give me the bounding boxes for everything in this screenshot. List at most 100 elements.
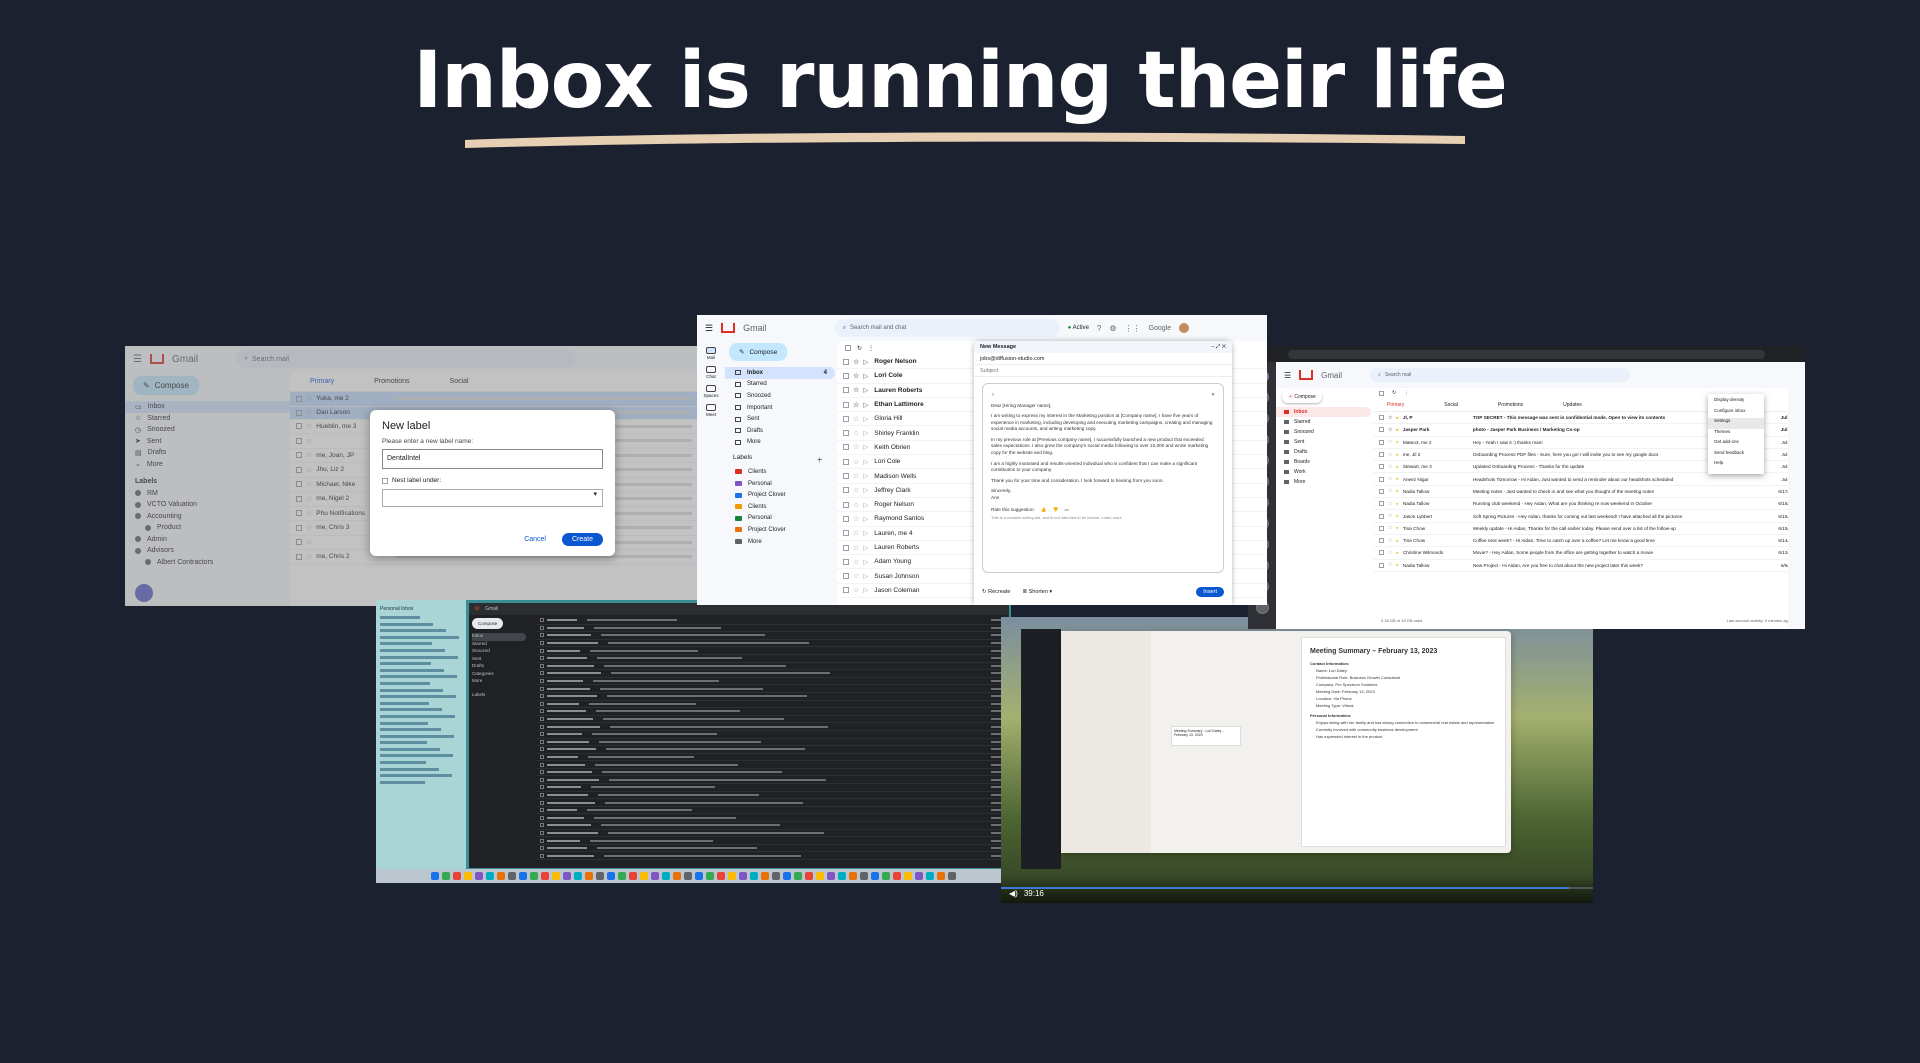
dock-app-icon[interactable] <box>629 872 637 880</box>
star-icon[interactable]: ☆ <box>853 472 859 480</box>
dock-app-icon[interactable] <box>728 872 736 880</box>
important-icon[interactable]: ▸ <box>1396 538 1398 544</box>
shorten-button[interactable]: ≣ Shorten ▾ <box>1022 589 1052 595</box>
tab-social[interactable]: Social <box>1444 402 1458 408</box>
row-checkbox[interactable] <box>843 530 849 537</box>
dock-app-icon[interactable] <box>486 872 494 880</box>
table-row[interactable] <box>537 663 1007 671</box>
table-row[interactable] <box>537 670 1007 678</box>
sidebar-entry[interactable] <box>380 616 420 619</box>
dock-app-icon[interactable] <box>574 872 582 880</box>
table-row[interactable] <box>537 837 1007 845</box>
refresh-icon[interactable]: ↻ <box>1392 390 1396 396</box>
star-icon[interactable]: ☆ <box>853 486 859 494</box>
search-input[interactable]: ⌕ Search mail and chat <box>834 319 1060 337</box>
menu-icon[interactable]: ☰ <box>1284 371 1291 380</box>
table-row[interactable] <box>537 784 1007 792</box>
nav-item[interactable]: Drafts <box>1276 447 1371 457</box>
dock-app-icon[interactable] <box>915 872 923 880</box>
star-icon[interactable]: ☆ <box>853 544 859 552</box>
important-icon[interactable]: ▸ <box>1396 550 1398 556</box>
table-row[interactable] <box>537 731 1007 739</box>
sidebar-entry[interactable] <box>380 695 456 699</box>
star-icon[interactable]: ☆ <box>1388 562 1392 568</box>
row-checkbox[interactable] <box>843 487 849 494</box>
dock-app-icon[interactable] <box>750 872 758 880</box>
sidebar-entry[interactable] <box>380 642 432 646</box>
label-item[interactable]: More <box>725 536 835 548</box>
dock-app-icon[interactable] <box>805 872 813 880</box>
star-icon[interactable]: ☆ <box>853 401 859 409</box>
dock-app-icon[interactable] <box>827 872 835 880</box>
menu-item[interactable]: Themes <box>1708 429 1764 440</box>
dock-app-icon[interactable] <box>772 872 780 880</box>
menu-item[interactable]: Help <box>1708 460 1764 471</box>
table-row[interactable] <box>537 632 1007 640</box>
row-checkbox[interactable] <box>1379 538 1384 544</box>
table-row[interactable] <box>537 845 1007 853</box>
dock-app-icon[interactable] <box>849 872 857 880</box>
dock-app-icon[interactable] <box>783 872 791 880</box>
dock-app-icon[interactable] <box>739 872 747 880</box>
sidebar-entry[interactable] <box>380 761 426 765</box>
nav-item[interactable]: Snoozed <box>1276 427 1371 437</box>
row-checkbox[interactable] <box>540 701 544 706</box>
important-icon[interactable]: ▷ <box>863 515 868 523</box>
dock-app-icon[interactable] <box>871 872 879 880</box>
dock-app-icon[interactable] <box>937 872 945 880</box>
table-row[interactable]: ☆ ▸ Jason Lybbert Soft Spring Pictures - He… <box>1373 510 1798 523</box>
star-icon[interactable]: ☆ <box>853 529 859 537</box>
sidebar-entry[interactable] <box>380 675 457 679</box>
important-icon[interactable]: ▷ <box>863 586 868 594</box>
important-icon[interactable]: ▸ <box>1396 488 1398 494</box>
nav-item[interactable]: More <box>1276 477 1371 487</box>
star-icon[interactable]: ☆ <box>1388 464 1392 470</box>
important-icon[interactable]: ▸ <box>1396 439 1398 445</box>
refresh-icon[interactable]: ↻ <box>857 345 862 352</box>
row-checkbox[interactable] <box>843 372 849 379</box>
thumbs-up-icon[interactable]: 👍 <box>1041 507 1047 514</box>
table-row[interactable]: ☆ ▸ Nadia Tallow New Project - Hi Aidan, Ar… <box>1373 560 1798 572</box>
row-checkbox[interactable] <box>540 770 544 775</box>
sidebar-entry[interactable] <box>380 734 454 738</box>
star-icon[interactable]: ☆ <box>853 372 859 380</box>
dock-app-icon[interactable] <box>816 872 824 880</box>
more-vert-icon[interactable]: ⋮ <box>868 345 874 352</box>
sidebar-entry[interactable] <box>380 747 440 751</box>
table-row[interactable] <box>537 617 1007 625</box>
star-icon[interactable]: ☆ <box>1388 415 1392 421</box>
table-row[interactable] <box>537 723 1007 731</box>
label-item[interactable]: Personal <box>725 478 835 490</box>
row-checkbox[interactable] <box>540 777 544 782</box>
row-checkbox[interactable] <box>843 458 849 465</box>
feedback-icon[interactable]: ▭ <box>1064 507 1068 514</box>
important-icon[interactable]: ▷ <box>863 372 868 380</box>
row-checkbox[interactable] <box>843 401 849 408</box>
table-row[interactable] <box>537 746 1007 754</box>
important-icon[interactable]: ▸ <box>1396 476 1398 482</box>
nav-item[interactable]: Sent <box>725 413 835 425</box>
tab-updates[interactable]: Updates <box>1563 402 1582 408</box>
gear-icon[interactable]: ⚙ <box>1109 324 1116 333</box>
table-row[interactable] <box>537 678 1007 686</box>
avatar[interactable] <box>1179 323 1190 333</box>
star-icon[interactable]: ☆ <box>1388 439 1392 445</box>
table-row[interactable] <box>537 822 1007 830</box>
menu-item[interactable]: Display density <box>1708 397 1764 408</box>
dock-app-icon[interactable] <box>464 872 472 880</box>
table-row[interactable]: ☆ ▸ Tina Chow Weekly update - Hi Aidan, Tha… <box>1373 523 1798 535</box>
star-icon[interactable]: ☆ <box>853 572 859 580</box>
dock-app-icon[interactable] <box>508 872 516 880</box>
dock-app-icon[interactable] <box>541 872 549 880</box>
rail-item[interactable]: Meet <box>697 404 725 417</box>
row-checkbox[interactable] <box>540 747 544 752</box>
important-icon[interactable]: ▷ <box>863 386 868 394</box>
row-checkbox[interactable] <box>1379 464 1384 470</box>
row-checkbox[interactable] <box>1379 562 1384 568</box>
table-row[interactable] <box>537 830 1007 838</box>
star-icon[interactable]: ☆ <box>1388 525 1392 531</box>
dock-app-icon[interactable] <box>563 872 571 880</box>
recreate-button[interactable]: ↻ Recreate <box>982 589 1010 595</box>
volume-icon[interactable]: ◀) <box>1009 889 1018 898</box>
dock-app-icon[interactable] <box>442 872 450 880</box>
